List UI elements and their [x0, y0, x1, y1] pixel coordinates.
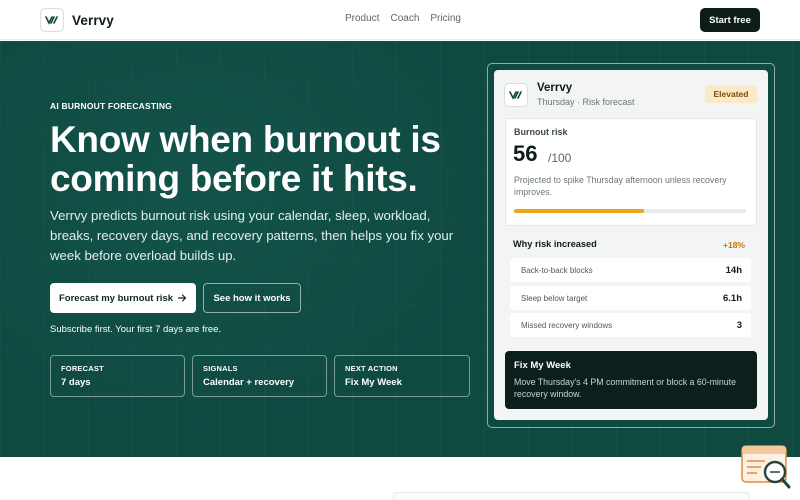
see-how-it-works-button[interactable]: See how it works	[203, 283, 301, 313]
risk-delta: +18%	[723, 240, 745, 250]
driver-row: Sleep below target 6.1h	[510, 286, 751, 310]
driver-row: Missed recovery windows 3	[510, 313, 751, 337]
risk-score-max: /100	[548, 151, 572, 165]
stat-value: Fix My Week	[345, 377, 402, 388]
arrow-right-icon	[178, 294, 187, 302]
risk-drivers-title: Why risk increased	[513, 239, 597, 249]
nav-links: Product Coach Pricing	[345, 13, 461, 24]
risk-status-badge: Elevated	[705, 85, 757, 103]
hero-subcopy: Verrvy predicts burnout risk using your …	[50, 208, 454, 263]
hero-headline: Know when burnout is coming before it hi…	[50, 119, 441, 199]
stat-signals: SIGNALS Calendar + recovery	[192, 355, 327, 397]
brand-name: Verrvy	[72, 12, 114, 28]
top-navbar: Verrvy Product Coach Pricing Start free	[0, 0, 800, 40]
driver-label: Missed recovery windows	[521, 320, 613, 330]
fix-my-week-body: Move Thursday's 4 PM commitment or block…	[514, 377, 737, 399]
nav-link-pricing[interactable]: Pricing	[430, 13, 461, 24]
driver-label: Sleep below target	[521, 293, 588, 303]
stat-label: SIGNALS	[203, 364, 238, 373]
risk-score: 56	[513, 141, 538, 166]
risk-description: Projected to spike Thursday afternoon un…	[514, 175, 727, 197]
fix-my-week-panel[interactable]: Fix My Week Move Thursday's 4 PM commitm…	[505, 351, 757, 409]
risk-progress-fill	[514, 209, 644, 213]
card-logo-icon	[504, 83, 528, 107]
hero-eyebrow: AI BURNOUT FORECASTING	[50, 101, 172, 111]
brand[interactable]: Verrvy	[40, 8, 114, 32]
stat-forecast: FORECAST 7 days	[50, 355, 185, 397]
card-title: Verrvy	[537, 82, 573, 94]
nav-link-coach[interactable]: Coach	[390, 13, 419, 24]
driver-value: 6.1h	[722, 292, 742, 304]
next-section-card	[393, 492, 750, 500]
support-widget-icon[interactable]	[741, 445, 791, 490]
forecast-risk-button[interactable]: Forecast my burnout risk	[50, 283, 196, 313]
stat-label: NEXT ACTION	[345, 364, 398, 373]
stat-value: 7 days	[61, 377, 91, 388]
driver-row: Back-to-back blocks 14h	[510, 258, 751, 282]
stat-value: Calendar + recovery	[203, 377, 295, 388]
risk-progress-bar	[514, 209, 746, 213]
driver-label: Back-to-back blocks	[521, 265, 593, 275]
stat-next-action: NEXT ACTION Fix My Week	[334, 355, 470, 397]
forecast-risk-button-label: Forecast my burnout risk	[58, 292, 174, 304]
stat-label: FORECAST	[61, 364, 104, 373]
driver-value: 14h	[725, 264, 742, 276]
risk-label: Burnout risk	[514, 127, 568, 137]
card-subtitle: Thursday · Risk forecast	[537, 97, 635, 107]
subscribe-note: Subscribe first. Your first 7 days are f…	[50, 324, 222, 335]
nav-link-product[interactable]: Product	[345, 13, 379, 24]
fix-my-week-title: Fix My Week	[514, 360, 571, 371]
brand-logo-icon	[40, 8, 64, 32]
start-free-button[interactable]: Start free	[700, 8, 760, 32]
driver-value: 3	[736, 319, 742, 331]
